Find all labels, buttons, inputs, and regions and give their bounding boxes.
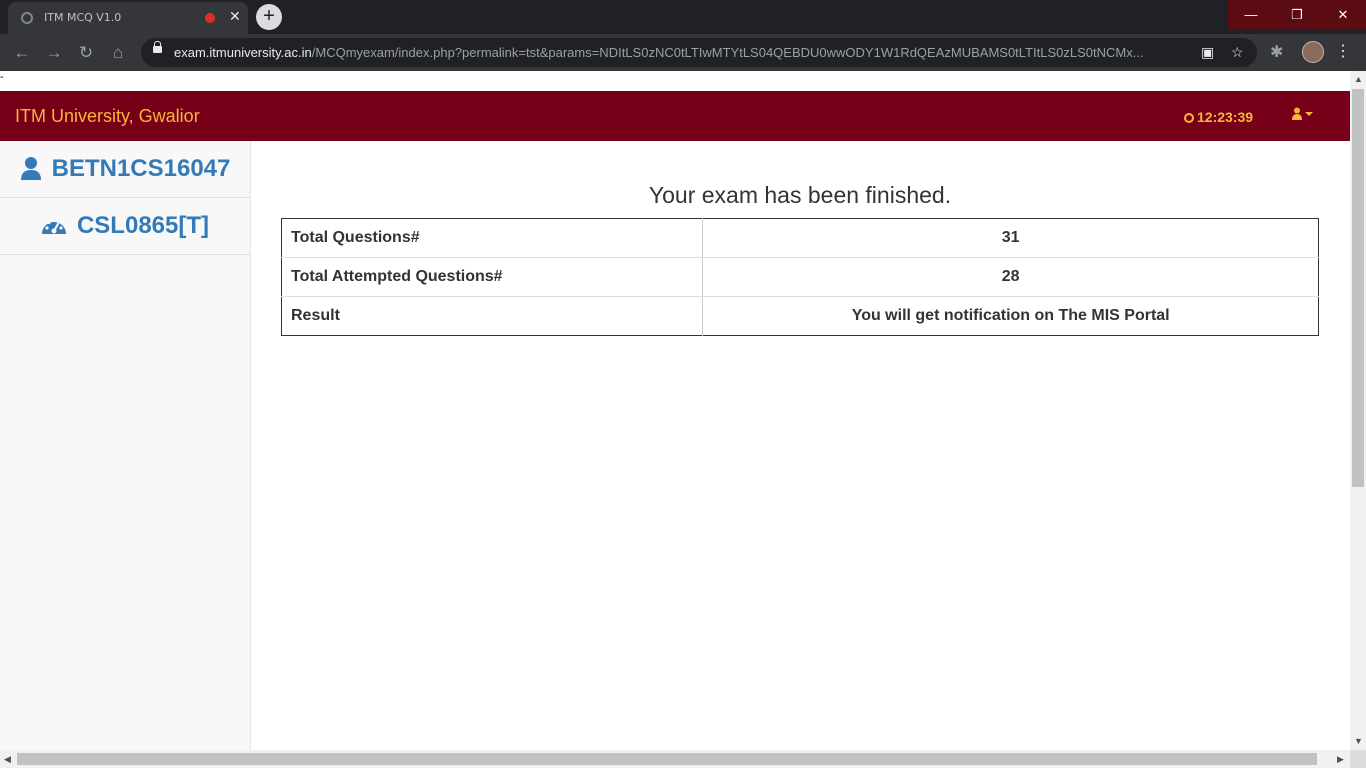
- horizontal-scrollbar[interactable]: ◀ ▶: [0, 750, 1350, 768]
- row-label: Total Attempted Questions#: [281, 257, 703, 297]
- window-close-button[interactable]: ✕: [1320, 0, 1366, 30]
- scroll-down-icon[interactable]: ▼: [1354, 736, 1363, 746]
- sidebar-item-course[interactable]: CSL0865[T]: [0, 198, 250, 255]
- exam-clock: 12:23:39: [1184, 109, 1253, 125]
- clock-time: 12:23:39: [1197, 109, 1254, 125]
- sidebar-course: CSL0865[T]: [76, 212, 210, 239]
- scroll-left-icon[interactable]: ◀: [4, 754, 11, 765]
- user-menu-dropdown[interactable]: [1292, 107, 1314, 124]
- profile-avatar[interactable]: [1302, 41, 1324, 63]
- new-tab-button[interactable]: +: [256, 4, 282, 30]
- table-row: Total Attempted Questions# 28: [281, 257, 1319, 297]
- row-value: You will get notification on The MIS Por…: [702, 296, 1319, 336]
- url-path: /MCQmyexam/index.php?permalink=tst&param…: [311, 45, 1144, 60]
- page-heading: Your exam has been finished.: [648, 182, 952, 208]
- star-icon[interactable]: ☆: [1231, 44, 1244, 61]
- forward-icon[interactable]: →: [43, 42, 65, 64]
- globe-icon: [21, 12, 33, 24]
- tab-title: ITM MCQ V1.0: [44, 11, 122, 24]
- caret-down-icon: [1305, 112, 1313, 116]
- brand-title[interactable]: ITM University, Gwalior: [15, 106, 200, 127]
- back-icon[interactable]: ←: [11, 42, 33, 64]
- vertical-scrollbar[interactable]: ▲ ▼: [1350, 71, 1366, 750]
- table-row: Total Questions# 31: [281, 218, 1319, 258]
- reload-icon[interactable]: ↻: [75, 42, 97, 64]
- row-value: 31: [702, 218, 1319, 258]
- clock-icon: [1184, 113, 1194, 123]
- user-icon: [1292, 107, 1313, 120]
- vertical-scroll-thumb[interactable]: [1352, 89, 1364, 487]
- restore-button[interactable]: ❐: [1274, 0, 1320, 30]
- extensions-icon[interactable]: ✱: [1270, 42, 1283, 62]
- result-table: Total Questions# 31 Total Attempted Ques…: [281, 218, 1319, 336]
- menu-icon[interactable]: ⋮: [1335, 41, 1351, 61]
- browser-toolbar: ← → ↻ ⌂ exam.itmuniversity.ac.in/MCQmyex…: [0, 34, 1366, 71]
- url-host: exam.itmuniversity.ac.in: [174, 45, 312, 60]
- row-label: Result: [291, 307, 340, 324]
- sidebar-user-id: BETN1CS16047: [51, 155, 231, 182]
- top-navbar: ITM University, Gwalior 12:23:39: [0, 91, 1350, 141]
- table-row: Result You will get notification on The …: [282, 296, 1319, 336]
- recording-icon: [205, 13, 215, 23]
- sidebar: BETN1CS16047 CSL0865[T]: [0, 141, 251, 750]
- user-icon: [20, 157, 41, 180]
- home-icon[interactable]: ⌂: [107, 42, 129, 64]
- url-text[interactable]: exam.itmuniversity.ac.in/MCQmyexam/index…: [174, 45, 1144, 60]
- scrollbar-corner: [1350, 750, 1366, 768]
- horizontal-scroll-thumb[interactable]: [17, 753, 1317, 765]
- scroll-right-icon[interactable]: ▶: [1337, 754, 1344, 765]
- browser-titlebar: ITM MCQ V1.0 ✕ + — ❐ ✕: [0, 0, 1366, 34]
- sidebar-item-user[interactable]: BETN1CS16047: [0, 141, 250, 198]
- browser-tab[interactable]: ITM MCQ V1.0 ✕: [8, 2, 248, 34]
- row-value: 28: [702, 257, 1319, 297]
- tab-close-icon[interactable]: ✕: [229, 8, 241, 25]
- scroll-up-icon[interactable]: ▲: [1354, 74, 1363, 84]
- row-label: Total Questions#: [281, 218, 703, 258]
- main-content: Your exam has been finished. Total Quest…: [281, 141, 1319, 336]
- dashboard-icon: [41, 218, 66, 234]
- minimize-button[interactable]: —: [1228, 0, 1274, 30]
- page-stray-mark: -: [0, 71, 1350, 91]
- address-bar[interactable]: exam.itmuniversity.ac.in/MCQmyexam/index…: [141, 38, 1257, 67]
- camera-icon[interactable]: ▣: [1201, 44, 1214, 61]
- lock-icon: [153, 41, 162, 53]
